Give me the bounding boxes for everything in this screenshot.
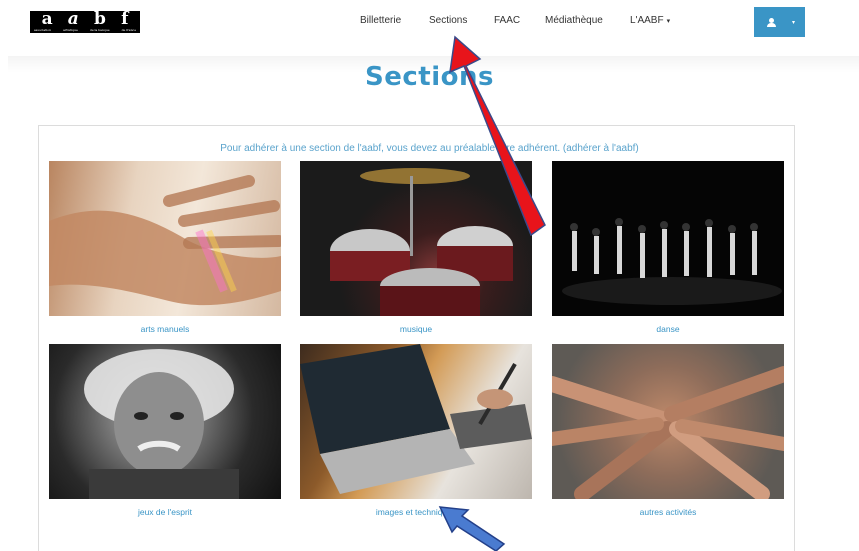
logo-letter: f [121, 9, 129, 29]
logo-letter: a [67, 9, 79, 29]
logo-tagline: association artistique de la banque de f… [34, 28, 136, 32]
intro-text[interactable]: Pour adhérer à une section de l'aabf, vo… [0, 143, 859, 154]
user-menu-button[interactable]: ▾ [754, 7, 805, 37]
section-label-danse[interactable]: danse [552, 324, 784, 334]
section-image-autres-activites[interactable] [552, 344, 784, 499]
user-icon [767, 17, 776, 27]
top-navbar: a a b f association artistique de la ban… [0, 0, 859, 48]
nav-sections[interactable]: Sections [429, 13, 467, 29]
laptop-tablet-photo [300, 344, 532, 494]
nav-laabf-dropdown[interactable]: L'AABF ▾ [630, 13, 670, 30]
section-image-musique[interactable] [300, 161, 532, 316]
caret-down-icon: ▾ [791, 19, 795, 26]
drum-kit-photo [330, 168, 513, 316]
section-label-musique[interactable]: musique [300, 324, 532, 334]
logo-letter: a [41, 9, 53, 29]
logo-letter: b [94, 9, 106, 29]
section-label-autres-activites[interactable]: autres activités [552, 507, 784, 517]
section-image-jeux-de-l-esprit[interactable] [49, 344, 281, 499]
section-image-images-et-techniques[interactable] [300, 344, 532, 499]
nav-laabf-label: L'AABF [630, 15, 664, 26]
nav-faac[interactable]: FAAC [494, 13, 520, 29]
section-label-images-et-techniques[interactable]: images et techniques [300, 507, 532, 517]
einstein-portrait-photo [84, 349, 239, 499]
page-title: Sections [365, 62, 494, 92]
nav-billetterie[interactable]: Billetterie [360, 13, 401, 29]
dancers-stage-photo [562, 218, 782, 305]
section-image-arts-manuels[interactable] [49, 161, 281, 316]
nav-mediatheque[interactable]: Médiathèque [545, 13, 603, 29]
caret-down-icon: ▾ [666, 18, 671, 25]
stacked-hands-photo [552, 366, 784, 499]
hand-rainbow-photo [49, 175, 281, 306]
section-label-arts-manuels[interactable]: arts manuels [49, 324, 281, 334]
section-image-danse[interactable] [552, 161, 784, 316]
aabf-logo[interactable]: a a b f association artistique de la ban… [30, 11, 140, 33]
section-label-jeux-de-l-esprit[interactable]: jeux de l'esprit [49, 507, 281, 517]
